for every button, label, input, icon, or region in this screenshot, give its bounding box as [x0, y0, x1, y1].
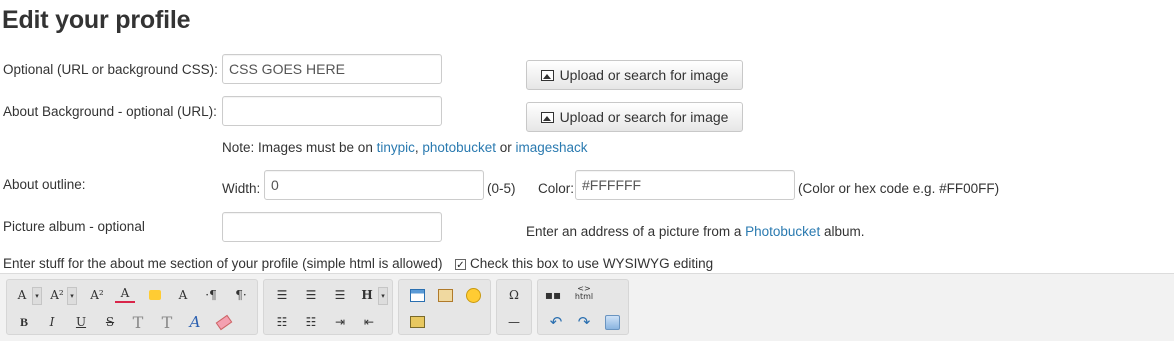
chevron-down-icon[interactable]: ▾	[378, 287, 388, 305]
edit-table-icon[interactable]	[435, 285, 455, 305]
highlight-icon[interactable]	[145, 285, 165, 305]
maximize-icon[interactable]	[602, 312, 622, 332]
background-css-input[interactable]	[222, 54, 442, 84]
ltr-icon[interactable]: ·¶	[201, 285, 221, 305]
outdent-icon[interactable]: ⇤	[359, 312, 379, 332]
outline-color-input[interactable]	[575, 170, 795, 200]
toolbar-group-align: ☰ ☰ ☰ H ▾ ☷ ☷ ⇥ ⇤	[263, 279, 393, 335]
smiley-icon[interactable]	[463, 285, 483, 305]
about-me-label: Enter stuff for the about me section of …	[3, 256, 443, 271]
find-icon[interactable]: ▪▪	[543, 285, 563, 305]
horizontal-rule-icon[interactable]: —	[504, 312, 524, 332]
album-hint-prefix: Enter an address of a picture from a	[526, 224, 742, 239]
upload-about-background-button-label: Upload or search for image	[559, 109, 729, 125]
outline-width-input[interactable]	[264, 170, 484, 200]
strikethrough-icon[interactable]: S	[100, 312, 120, 332]
photobucket-album-link[interactable]: Photobucket	[745, 224, 820, 239]
chevron-down-icon[interactable]: ▾	[67, 287, 77, 305]
undo-icon[interactable]: ↶	[546, 312, 566, 332]
font-name-icon[interactable]: A	[12, 285, 32, 305]
redo-icon[interactable]: ↷	[574, 312, 594, 332]
html-source-icon[interactable]: <> html	[574, 283, 594, 303]
upload-about-background-button[interactable]: Upload or search for image	[526, 102, 743, 132]
toolbar-group-insert	[398, 279, 491, 335]
superscript-text-icon[interactable]: T	[157, 312, 177, 332]
insert-image-icon[interactable]	[407, 312, 427, 332]
tinypic-link[interactable]: tinypic	[377, 140, 415, 155]
toolbar-group-special: Ω —	[496, 279, 532, 335]
about-background-label: About Background - optional (URL):	[3, 104, 217, 119]
font-style-icon[interactable]: A	[173, 285, 193, 305]
album-hint-suffix: album.	[823, 224, 865, 239]
outline-color-hint: (Color or hex code e.g. #FF00FF)	[798, 181, 1000, 196]
underline-icon[interactable]: U	[71, 312, 91, 332]
outline-width-label: Width:	[222, 181, 261, 196]
align-right-icon[interactable]: ☰	[330, 285, 350, 305]
wysiwyg-checkbox[interactable]: ✓	[455, 259, 466, 271]
superscript-icon[interactable]: A²	[87, 285, 107, 305]
upload-background-button[interactable]: Upload or search for image	[526, 60, 743, 90]
note-or: or	[499, 140, 512, 155]
note-comma: ,	[414, 140, 419, 155]
table-icon[interactable]	[407, 285, 427, 305]
bullet-list-icon[interactable]: ☷	[272, 312, 292, 332]
align-center-icon[interactable]: ☰	[301, 285, 321, 305]
outline-width-range: (0-5)	[487, 181, 516, 196]
numbered-list-icon[interactable]: ☷	[301, 312, 321, 332]
special-character-icon[interactable]: Ω	[504, 285, 524, 305]
page-title: Edit your profile	[2, 6, 191, 34]
picture-album-hint: Enter an address of a picture from a Pho…	[526, 224, 865, 239]
rtl-icon[interactable]: ¶·	[231, 285, 251, 305]
photobucket-link[interactable]: photobucket	[422, 140, 496, 155]
remove-format-icon[interactable]: A	[185, 312, 205, 332]
bold-icon[interactable]: B	[14, 312, 34, 332]
about-outline-label: About outline:	[3, 177, 86, 192]
picture-album-input[interactable]	[222, 212, 442, 242]
heading-icon[interactable]: H	[357, 285, 377, 305]
toolbar-group-tools: ▪▪ <> html ↶ ↷	[537, 279, 629, 335]
font-size-icon[interactable]: A²	[47, 285, 67, 305]
indent-icon[interactable]: ⇥	[330, 312, 350, 332]
image-host-note: Note: Images must be on tinypic, photobu…	[222, 140, 588, 155]
chevron-down-icon[interactable]: ▾	[32, 287, 42, 305]
about-background-input[interactable]	[222, 96, 442, 126]
font-color-icon[interactable]: A	[115, 285, 135, 303]
outline-color-label: Color:	[538, 181, 575, 196]
picture-album-label: Picture album - optional	[3, 219, 145, 234]
eraser-icon[interactable]	[214, 312, 234, 332]
wysiwyg-toolbar: A ▾ A² ▾ A² A A ·¶ ¶· B I U S T T A ☰ ☰ …	[0, 273, 1174, 341]
toolbar-group-format: A ▾ A² ▾ A² A A ·¶ ¶· B I U S T T A	[6, 279, 258, 335]
image-icon	[540, 69, 554, 81]
align-left-icon[interactable]: ☰	[272, 285, 292, 305]
italic-icon[interactable]: I	[42, 312, 62, 332]
background-label: Optional (URL or background CSS):	[3, 62, 218, 77]
imageshack-link[interactable]: imageshack	[516, 140, 588, 155]
image-icon	[540, 111, 554, 123]
html-source-label: html	[574, 292, 594, 301]
subscript-icon[interactable]: T	[128, 312, 148, 332]
note-prefix: Note: Images must be on	[222, 140, 373, 155]
wysiwyg-checkbox-label: Check this box to use WYSIWYG editing	[470, 256, 714, 271]
upload-background-button-label: Upload or search for image	[559, 67, 729, 83]
